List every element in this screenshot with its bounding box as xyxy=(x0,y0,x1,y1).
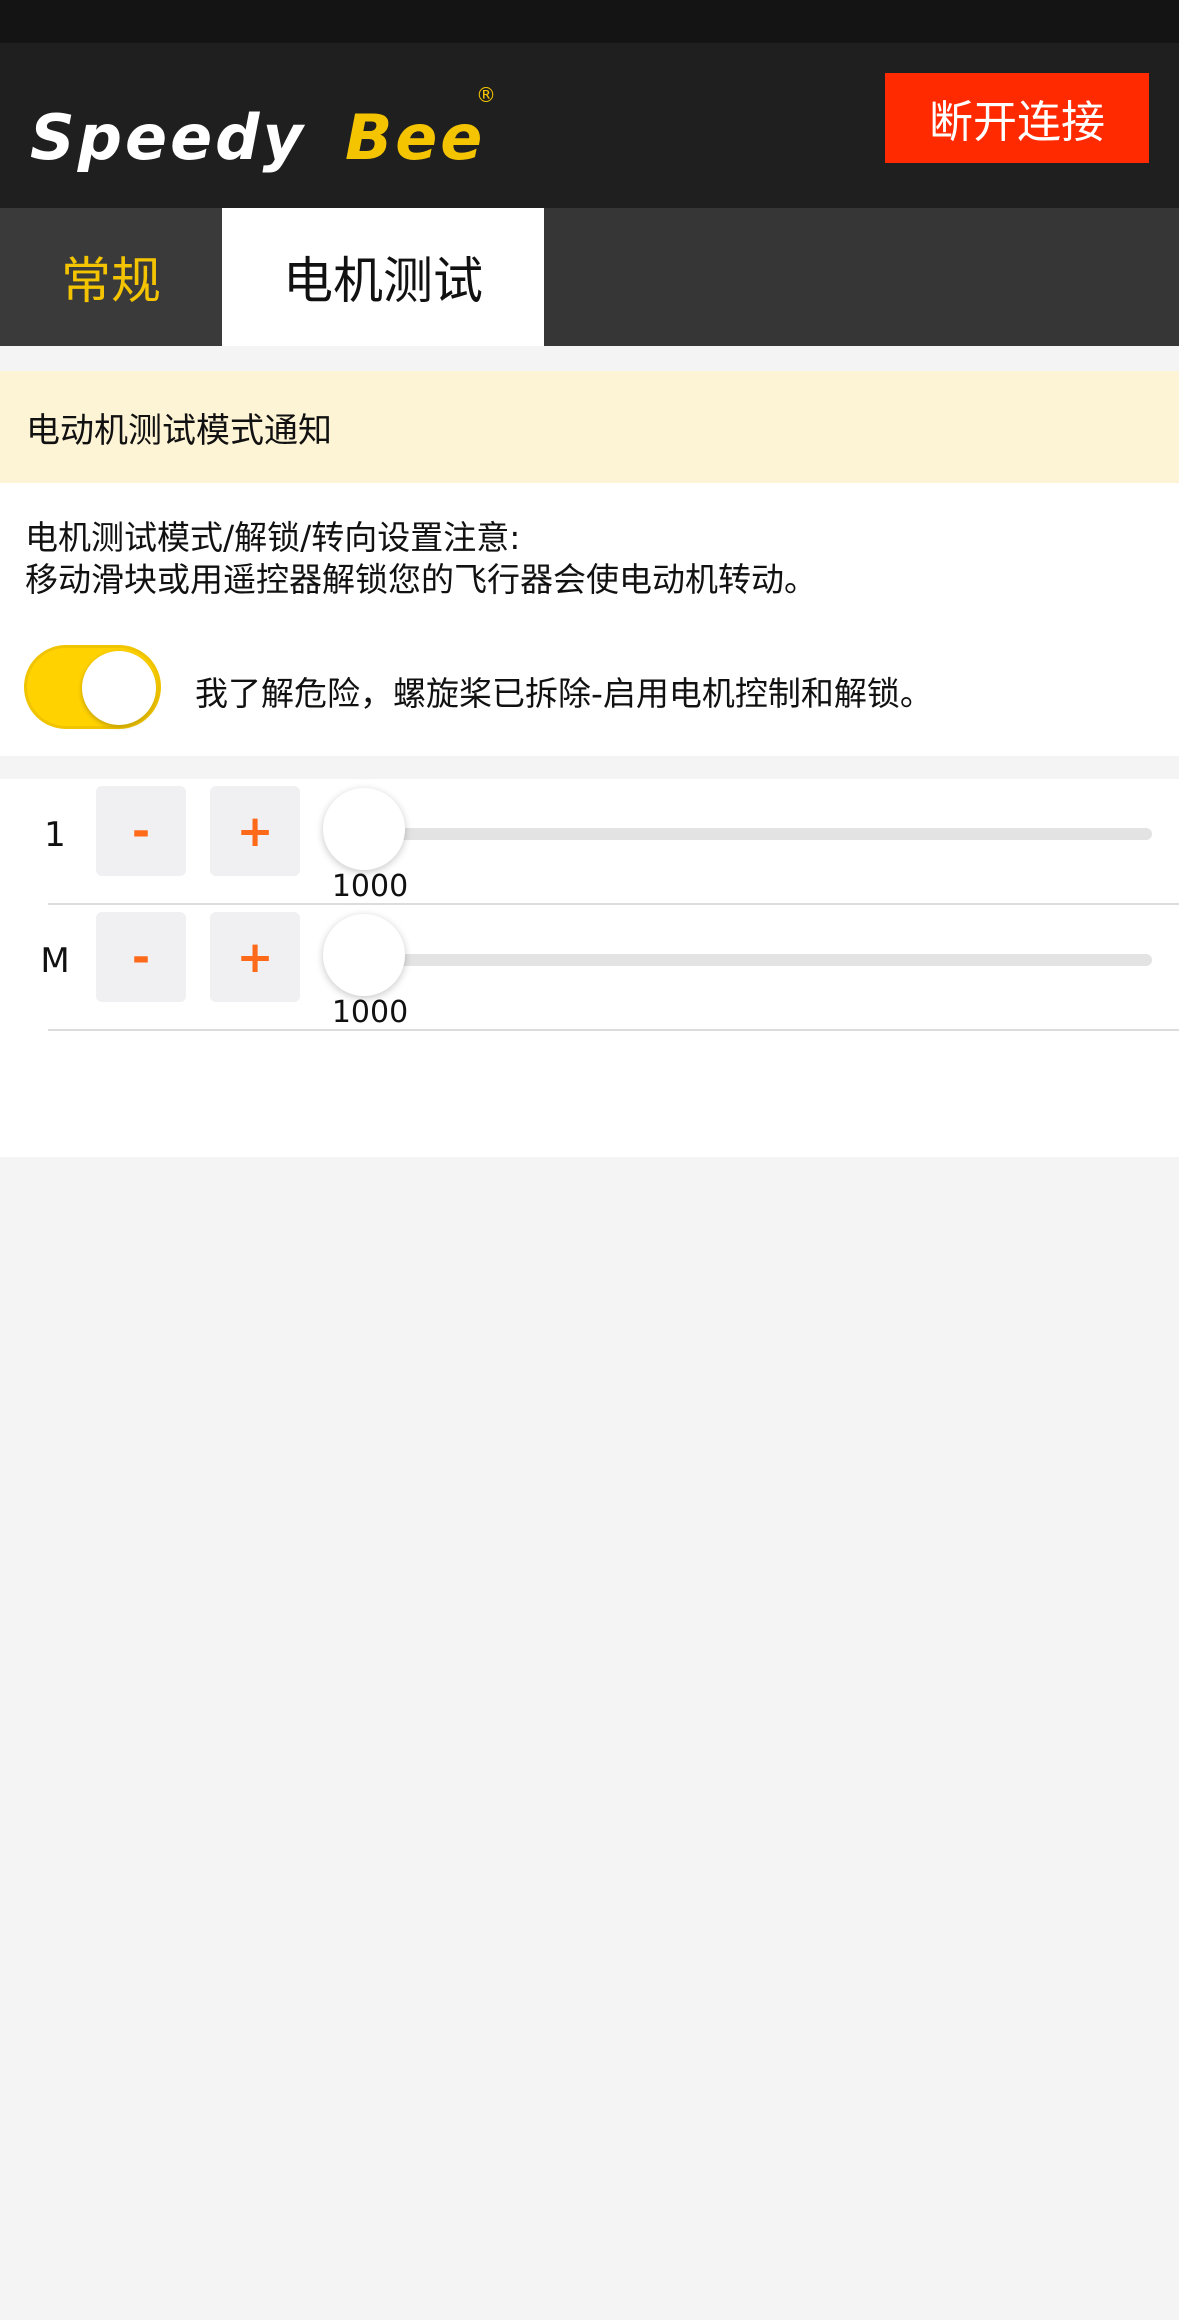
motor-row-master: M - + 1000 xyxy=(0,905,1179,1031)
motor-master-decrease-button[interactable]: - xyxy=(96,912,186,1002)
motor-1-slider-thumb-icon[interactable] xyxy=(323,788,405,870)
toggle-knob-icon xyxy=(82,651,156,725)
motor-1-increase-button[interactable]: + xyxy=(210,786,300,876)
motor-label: 1 xyxy=(44,815,66,855)
motor-row-1: 1 - + 1000 xyxy=(0,779,1179,905)
motor-label: M xyxy=(40,941,70,981)
motor-master-increase-button[interactable]: + xyxy=(210,912,300,1002)
registered-mark: ® xyxy=(476,83,496,107)
motor-1-decrease-button[interactable]: - xyxy=(96,786,186,876)
tab-general[interactable]: 常规 xyxy=(0,208,222,346)
motor-1-slider-track[interactable] xyxy=(364,828,1152,840)
disconnect-button[interactable]: 断开连接 xyxy=(885,73,1149,163)
acknowledge-toggle[interactable] xyxy=(24,645,161,729)
speedybee-logo: Speedy Bee ® xyxy=(30,83,500,193)
motor-control-panel: 1 - + 1000 M - + 1000 xyxy=(0,779,1179,1157)
logo-speedy-text: Speedy xyxy=(30,101,306,174)
motor-master-slider-thumb-icon[interactable] xyxy=(323,914,405,996)
notice-title-bar: 电动机测试模式通知 xyxy=(0,371,1179,483)
acknowledge-label: 我了解危险，螺旋桨已拆除-启用电机控制和解锁。 xyxy=(195,674,933,713)
app-header: Speedy Bee ® 断开连接 xyxy=(0,43,1179,208)
status-bar xyxy=(0,0,1179,43)
warning-text-line1: 电机测试模式/解锁/转向设置注意: xyxy=(25,518,521,557)
warning-text-line2: 移动滑块或用遥控器解锁您的飞行器会使电动机转动。 xyxy=(25,560,817,599)
motor-master-value: 1000 xyxy=(331,995,409,1030)
tab-motor-test[interactable]: 电机测试 xyxy=(222,208,544,346)
notice-title: 电动机测试模式通知 xyxy=(26,410,332,451)
warning-panel: 电机测试模式/解锁/转向设置注意: 移动滑块或用遥控器解锁您的飞行器会使电动机转… xyxy=(0,483,1179,756)
motor-master-slider-track[interactable] xyxy=(364,954,1152,966)
motor-1-value: 1000 xyxy=(331,869,409,904)
row-divider xyxy=(48,1029,1179,1031)
logo-bee-text: Bee xyxy=(345,101,486,174)
tab-bar: 常规 电机测试 xyxy=(0,208,1179,346)
